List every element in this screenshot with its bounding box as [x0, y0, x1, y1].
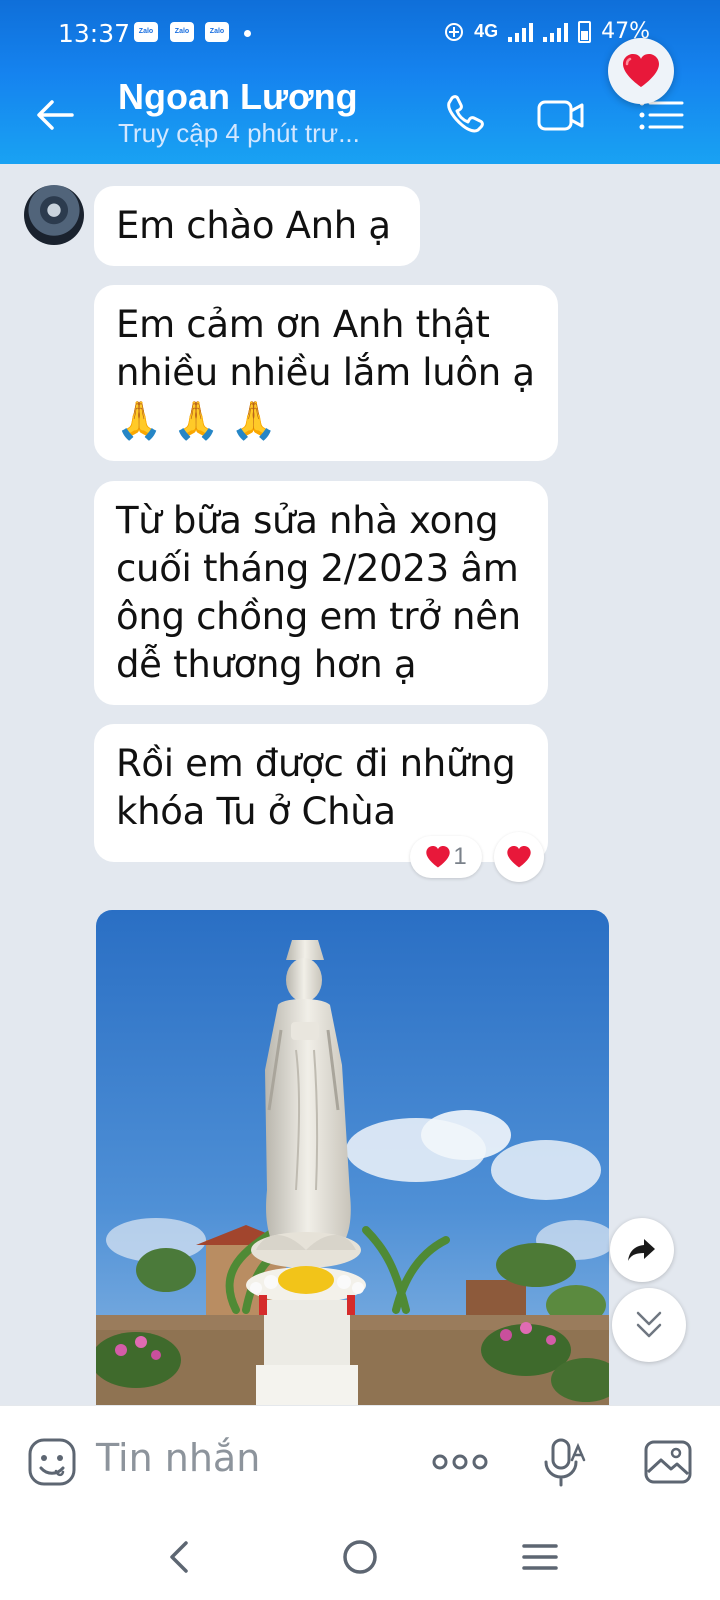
message-bubble[interactable]: Từ bữa sửa nhà xong cuối tháng 2/2023 âm… — [94, 481, 548, 705]
signal-icon — [508, 22, 534, 42]
contact-name[interactable]: Ngoan Lương — [118, 76, 358, 118]
status-time: 13:37 — [58, 19, 131, 48]
double-chevron-down-icon — [636, 1311, 662, 1338]
heart-icon — [507, 845, 531, 868]
last-seen-status: Truy cập 4 phút trư... — [118, 118, 360, 148]
nav-home-icon[interactable] — [336, 1533, 384, 1581]
heart-icon — [426, 845, 451, 868]
message-text: Em cảm ơn Anh thật nhiều nhiều lắm luôn … — [116, 303, 535, 442]
zalo-notification-icon: Zalo — [134, 22, 158, 42]
contact-avatar[interactable] — [24, 185, 84, 245]
sticker-icon[interactable] — [26, 1436, 78, 1488]
photo-message[interactable] — [96, 910, 609, 1406]
system-navigation-bar — [0, 1515, 720, 1600]
statue-photo — [96, 910, 609, 1406]
back-arrow-icon[interactable] — [30, 90, 80, 140]
add-reaction-button[interactable] — [494, 832, 544, 882]
scroll-to-bottom-button[interactable] — [612, 1288, 686, 1362]
reaction-summary[interactable]: 1 — [410, 836, 482, 878]
message-bubble[interactable]: Em cảm ơn Anh thật nhiều nhiều lắm luôn … — [94, 285, 558, 461]
message-text: Từ bữa sửa nhà xong cuối tháng 2/2023 âm… — [116, 499, 521, 686]
image-gallery-icon[interactable] — [642, 1436, 694, 1488]
voice-mic-icon[interactable] — [540, 1436, 592, 1488]
more-notifications-dot — [244, 30, 251, 37]
floating-heart-reaction-button[interactable] — [608, 38, 674, 104]
zalo-notification-icon: Zalo — [170, 22, 194, 42]
message-text: Em chào Anh ạ — [116, 204, 391, 247]
status-indicators: 4G 47% — [444, 19, 650, 44]
nav-recents-icon[interactable] — [516, 1533, 564, 1581]
message-input-bar: Tin nhắn — [0, 1405, 720, 1515]
more-dots-icon[interactable] — [432, 1436, 488, 1488]
phone-call-icon[interactable] — [440, 90, 490, 140]
message-input[interactable]: Tin nhắn — [96, 1436, 260, 1480]
message-bubble[interactable]: Em chào Anh ạ — [94, 186, 420, 266]
reaction-count: 1 — [453, 843, 467, 870]
nav-back-icon[interactable] — [156, 1533, 204, 1581]
data-saver-icon — [445, 22, 464, 41]
zalo-notification-icon: Zalo — [205, 22, 229, 42]
battery-icon — [578, 20, 592, 43]
message-bubble[interactable]: Rồi em được đi những khóa Tu ở Chùa — [94, 724, 548, 862]
network-type: 4G — [474, 21, 499, 41]
message-text: Rồi em được đi những khóa Tu ở Chùa — [116, 742, 516, 833]
forward-button[interactable] — [610, 1218, 674, 1282]
share-forward-icon — [628, 1239, 655, 1261]
video-call-icon[interactable] — [536, 90, 586, 140]
signal-icon — [543, 22, 569, 42]
heart-icon — [623, 54, 659, 87]
